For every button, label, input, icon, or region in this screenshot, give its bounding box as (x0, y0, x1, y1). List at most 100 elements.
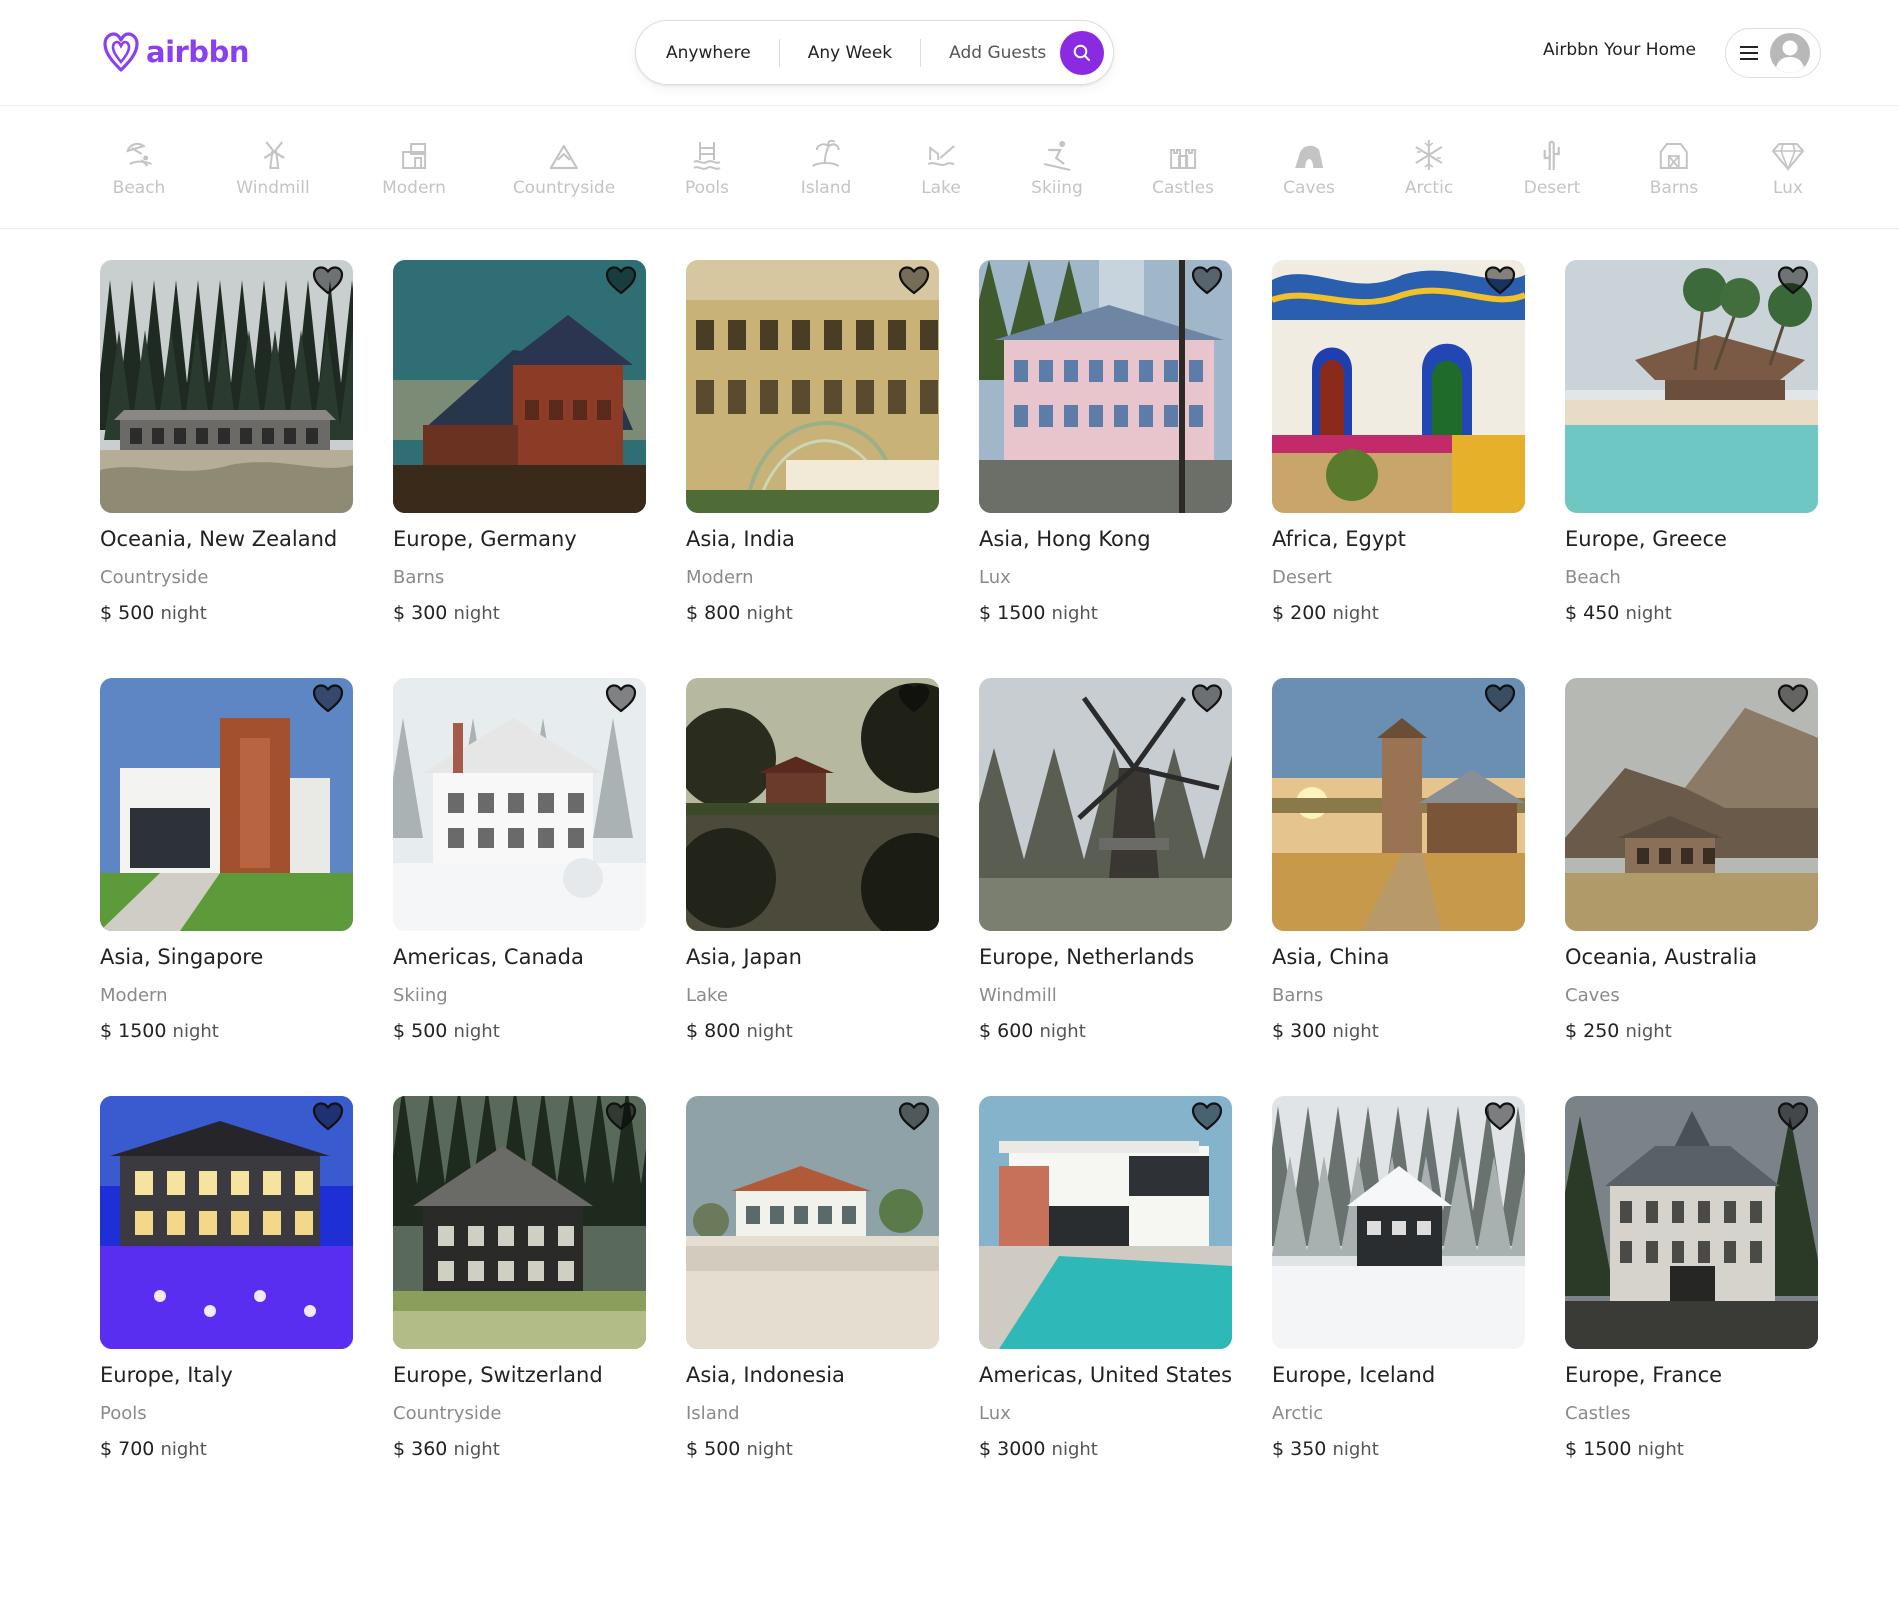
price-amount: $ 500 (393, 1020, 448, 1042)
price-unit: night (1332, 603, 1379, 624)
listing-category: Lux (979, 1403, 1011, 1424)
favorite-heart-icon[interactable] (604, 264, 638, 296)
listing-card[interactable]: Oceania, New Zealand Countryside $ 500 n… (100, 260, 353, 678)
listing-card[interactable]: Asia, Indonesia Island $ 500 night (686, 1096, 939, 1514)
listing-card[interactable]: Europe, Italy Pools $ 700 night (100, 1096, 353, 1514)
listing-card[interactable]: Asia, India Modern $ 800 night (686, 260, 939, 678)
category-castles[interactable]: Castles (1152, 138, 1214, 198)
listing-photo[interactable] (393, 1096, 646, 1349)
favorite-heart-icon[interactable] (1776, 264, 1810, 296)
listing-location: Oceania, New Zealand (100, 527, 338, 551)
listing-card[interactable]: Asia, Japan Lake $ 800 night (686, 678, 939, 1096)
price-amount: $ 3000 (979, 1438, 1046, 1460)
listing-card[interactable]: Europe, Iceland Arctic $ 350 night (1272, 1096, 1525, 1514)
category-windmill[interactable]: Windmill (236, 138, 310, 198)
listing-photo[interactable] (100, 678, 353, 931)
category-bar: Beach Windmill Modern Countryside Pools Islan… (0, 106, 1899, 229)
favorite-heart-icon[interactable] (897, 682, 931, 714)
listing-photo[interactable] (686, 1096, 939, 1349)
listing-photo[interactable] (1272, 260, 1525, 513)
category-modern[interactable]: Modern (382, 138, 446, 198)
listing-card[interactable]: Europe, Greece Beach $ 450 night (1565, 260, 1818, 678)
favorite-heart-icon[interactable] (1190, 1100, 1224, 1132)
listing-category: Windmill (979, 985, 1057, 1006)
category-desert[interactable]: Desert (1524, 138, 1580, 198)
user-avatar-icon (1770, 33, 1810, 73)
favorite-heart-icon[interactable] (311, 682, 345, 714)
favorite-heart-icon[interactable] (604, 682, 638, 714)
listing-photo[interactable] (393, 260, 646, 513)
listing-card[interactable]: Asia, China Barns $ 300 night (1272, 678, 1525, 1096)
listing-photo[interactable] (1272, 1096, 1525, 1349)
favorite-heart-icon[interactable] (1483, 682, 1517, 714)
listing-card[interactable]: Oceania, Australia Caves $ 250 night (1565, 678, 1818, 1096)
listing-photo[interactable] (979, 1096, 1232, 1349)
listing-card[interactable]: Asia, Hong Kong Lux $ 1500 night (979, 260, 1232, 678)
category-caves[interactable]: Caves (1283, 138, 1335, 198)
price-unit: night (1625, 1021, 1672, 1042)
favorite-heart-icon[interactable] (1776, 1100, 1810, 1132)
favorite-heart-icon[interactable] (311, 1100, 345, 1132)
favorite-heart-icon[interactable] (604, 1100, 638, 1132)
favorite-heart-icon[interactable] (1483, 264, 1517, 296)
beach-icon (126, 142, 153, 167)
island-icon (812, 139, 840, 167)
listing-photo[interactable] (100, 260, 353, 513)
barn-icon (1660, 143, 1688, 169)
favorite-heart-icon[interactable] (897, 264, 931, 296)
logo[interactable]: airbbn (100, 30, 249, 74)
listing-photo[interactable] (1565, 678, 1818, 931)
price-unit: night (453, 1439, 500, 1460)
listing-photo[interactable] (1565, 1096, 1818, 1349)
favorite-heart-icon[interactable] (1776, 682, 1810, 714)
category-beach[interactable]: Beach (113, 138, 165, 198)
favorite-heart-icon[interactable] (1190, 682, 1224, 714)
search-button[interactable] (1060, 30, 1105, 75)
category-countryside[interactable]: Countryside (513, 138, 615, 198)
listing-photo[interactable] (686, 678, 939, 931)
listing-category: Lake (686, 985, 728, 1006)
category-island[interactable]: Island (801, 138, 851, 198)
price-amount: $ 800 (686, 1020, 741, 1042)
listing-card[interactable]: Europe, Netherlands Windmill $ 600 night (979, 678, 1232, 1096)
listing-location: Oceania, Australia (1565, 945, 1758, 969)
favorite-heart-icon[interactable] (311, 264, 345, 296)
listing-card[interactable]: Africa, Egypt Desert $ 200 night (1272, 260, 1525, 678)
listing-card[interactable]: Americas, Canada Skiing $ 500 night (393, 678, 646, 1096)
favorite-heart-icon[interactable] (1190, 264, 1224, 296)
category-arctic[interactable]: Arctic (1405, 138, 1453, 198)
favorite-heart-icon[interactable] (1483, 1100, 1517, 1132)
user-menu-button[interactable] (1725, 28, 1821, 78)
listing-photo[interactable] (686, 260, 939, 513)
category-barns[interactable]: Barns (1650, 138, 1698, 198)
search-where[interactable]: Anywhere (636, 39, 779, 67)
listing-card[interactable]: Americas, United States Lux $ 3000 night (979, 1096, 1232, 1514)
listing-photo[interactable] (979, 678, 1232, 931)
listing-category: Pools (100, 1403, 147, 1424)
host-link[interactable]: Airbbn Your Home (1543, 40, 1696, 60)
skiing-icon (1043, 141, 1071, 171)
listing-card[interactable]: Europe, Germany Barns $ 300 night (393, 260, 646, 678)
category-label: Arctic (1404, 178, 1454, 198)
category-pools[interactable]: Pools (685, 138, 729, 198)
listing-price: $ 500 night (393, 1020, 646, 1042)
listing-card[interactable]: Asia, Singapore Modern $ 1500 night (100, 678, 353, 1096)
listing-card[interactable]: Europe, Switzerland Countryside $ 360 ni… (393, 1096, 646, 1514)
price-amount: $ 700 (100, 1438, 155, 1460)
listing-location: Asia, Singapore (100, 945, 264, 969)
listing-card[interactable]: Europe, France Castles $ 1500 night (1565, 1096, 1818, 1514)
avatar (1770, 33, 1810, 73)
listing-location: Europe, Greece (1565, 527, 1727, 551)
listing-photo[interactable] (393, 678, 646, 931)
listing-photo[interactable] (1565, 260, 1818, 513)
listing-photo[interactable] (100, 1096, 353, 1349)
listing-photo[interactable] (1272, 678, 1525, 931)
listing-location: Americas, United States (979, 1363, 1233, 1387)
category-lake[interactable]: Lake (921, 138, 961, 198)
category-lux[interactable]: Lux (1771, 138, 1805, 198)
category-skiing[interactable]: Skiing (1031, 138, 1083, 198)
favorite-heart-icon[interactable] (897, 1100, 931, 1132)
listing-photo[interactable] (979, 260, 1232, 513)
search-when[interactable]: Any Week (778, 38, 920, 67)
search-guests[interactable]: Add Guests (920, 38, 1060, 67)
